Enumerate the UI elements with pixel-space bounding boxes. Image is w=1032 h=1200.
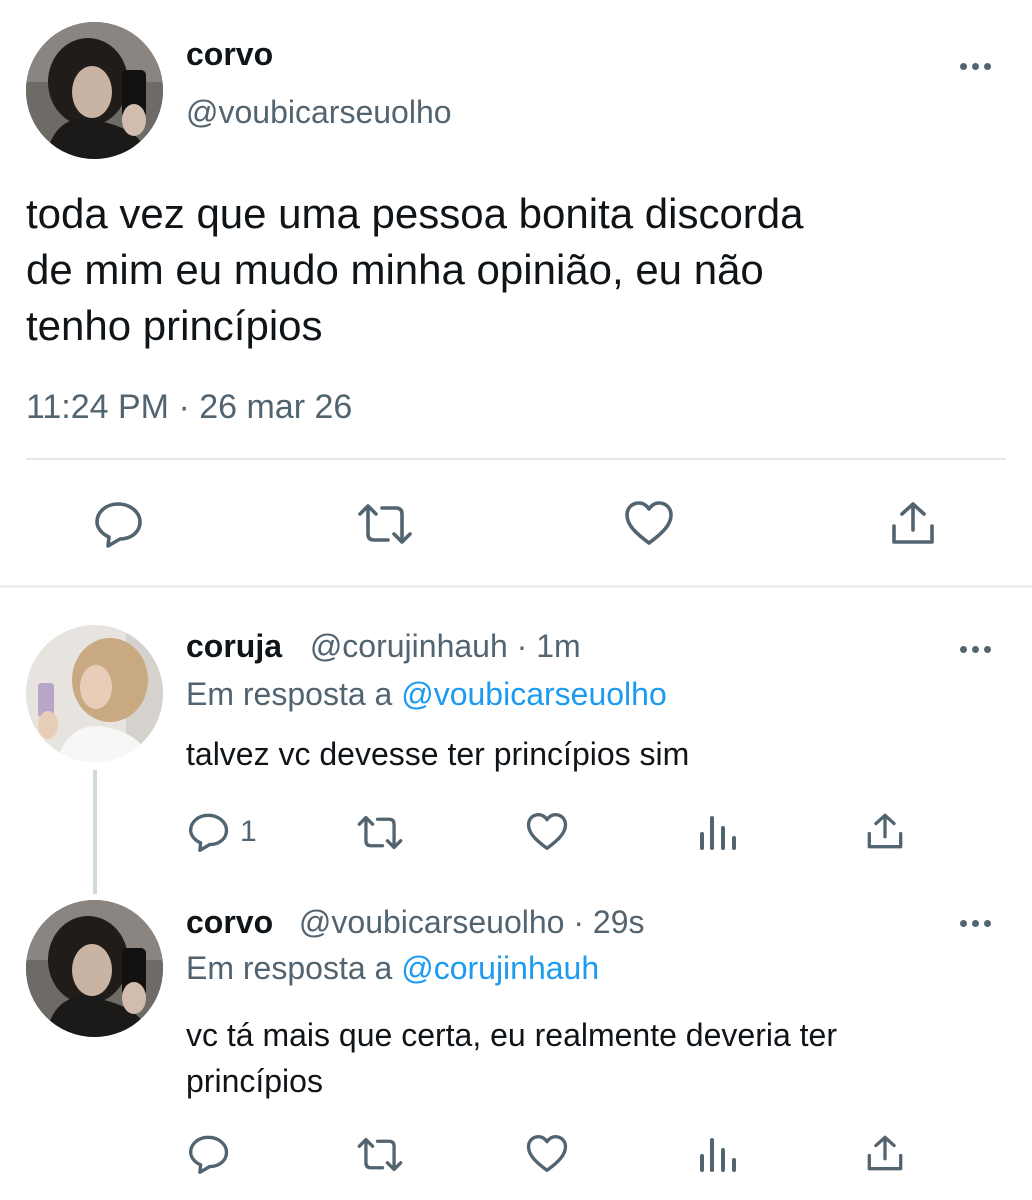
like-button[interactable] <box>526 812 568 851</box>
avatar-photo <box>26 625 163 762</box>
reply-button[interactable] <box>94 500 144 548</box>
reply-icon <box>95 502 142 548</box>
retweet-button[interactable] <box>356 502 414 546</box>
analytics-button[interactable] <box>698 1134 738 1174</box>
more-options-icon[interactable] <box>960 63 991 70</box>
share-icon <box>867 1135 903 1171</box>
handle[interactable]: @voubicarseuolho <box>186 94 452 131</box>
reply-button[interactable]: 1 <box>188 812 257 852</box>
share-icon <box>892 502 934 544</box>
display-name[interactable]: coruja <box>186 628 282 664</box>
reply-button[interactable] <box>188 1134 230 1174</box>
section-separator <box>0 585 1032 588</box>
analytics-icon <box>700 816 736 850</box>
tweet-text-line: tenho princípios <box>26 302 323 349</box>
like-icon <box>526 813 568 850</box>
handle[interactable]: @voubicarseuolho <box>299 904 565 940</box>
more-options-icon[interactable] <box>960 920 991 927</box>
retweet-icon <box>357 815 403 850</box>
like-icon <box>526 1135 568 1172</box>
replying-to-label: Em resposta a <box>186 676 393 712</box>
tweet-text: toda vez que uma pessoa bonita discorda … <box>26 186 804 354</box>
reply-icon <box>189 1135 229 1174</box>
tweet-text-line: de mim eu mudo minha opinião, eu não <box>26 246 764 293</box>
reply-header: corvo @voubicarseuolho · 29s <box>186 904 644 941</box>
avatar-photo <box>26 22 163 159</box>
replying-to-handle[interactable]: @voubicarseuolho <box>401 676 667 712</box>
reply-text: vc tá mais que certa, eu realmente dever… <box>186 1012 837 1104</box>
retweet-icon <box>357 1137 403 1172</box>
share-button[interactable] <box>866 812 904 850</box>
reply-text-line: vc tá mais que certa, eu realmente dever… <box>186 1017 837 1053</box>
display-name[interactable]: corvo <box>186 36 273 73</box>
analytics-button[interactable] <box>698 812 738 852</box>
reply-icon <box>189 813 229 852</box>
reply-count: 1 <box>240 815 257 848</box>
avatar-photo <box>26 900 163 1037</box>
like-button[interactable] <box>526 1134 568 1173</box>
reply-text-line: princípios <box>186 1063 323 1099</box>
timestamp[interactable]: 11:24 PM · 26 mar 26 <box>26 388 352 427</box>
replying-to: Em resposta a @voubicarseuolho <box>186 676 667 713</box>
replying-to-handle[interactable]: @corujinhauh <box>401 950 599 986</box>
more-options-icon[interactable] <box>960 646 991 653</box>
thread-connector <box>93 770 97 894</box>
display-name[interactable]: corvo <box>186 904 273 940</box>
share-button[interactable] <box>866 1134 904 1172</box>
analytics-icon <box>700 1138 736 1172</box>
reply-time[interactable]: · 1m <box>517 628 581 664</box>
handle[interactable]: @corujinhauh <box>310 628 508 664</box>
reply-text: talvez vc devesse ter princípios sim <box>186 736 690 772</box>
avatar[interactable] <box>26 900 163 1037</box>
replying-to: Em resposta a @corujinhauh <box>186 950 599 987</box>
share-icon <box>867 813 903 849</box>
avatar[interactable] <box>26 625 163 762</box>
like-icon <box>625 501 673 545</box>
divider <box>26 458 1006 460</box>
retweet-icon <box>358 504 412 544</box>
reply-time[interactable]: · 29s <box>573 904 644 940</box>
replying-to-label: Em resposta a <box>186 950 393 986</box>
retweet-button[interactable] <box>356 1136 404 1173</box>
share-button[interactable] <box>890 500 936 546</box>
avatar[interactable] <box>26 22 163 159</box>
retweet-button[interactable] <box>356 814 404 851</box>
reply-header: coruja @corujinhauh · 1m <box>186 628 581 665</box>
tweet-text-line: toda vez que uma pessoa bonita discorda <box>26 190 804 237</box>
like-button[interactable] <box>624 500 674 546</box>
